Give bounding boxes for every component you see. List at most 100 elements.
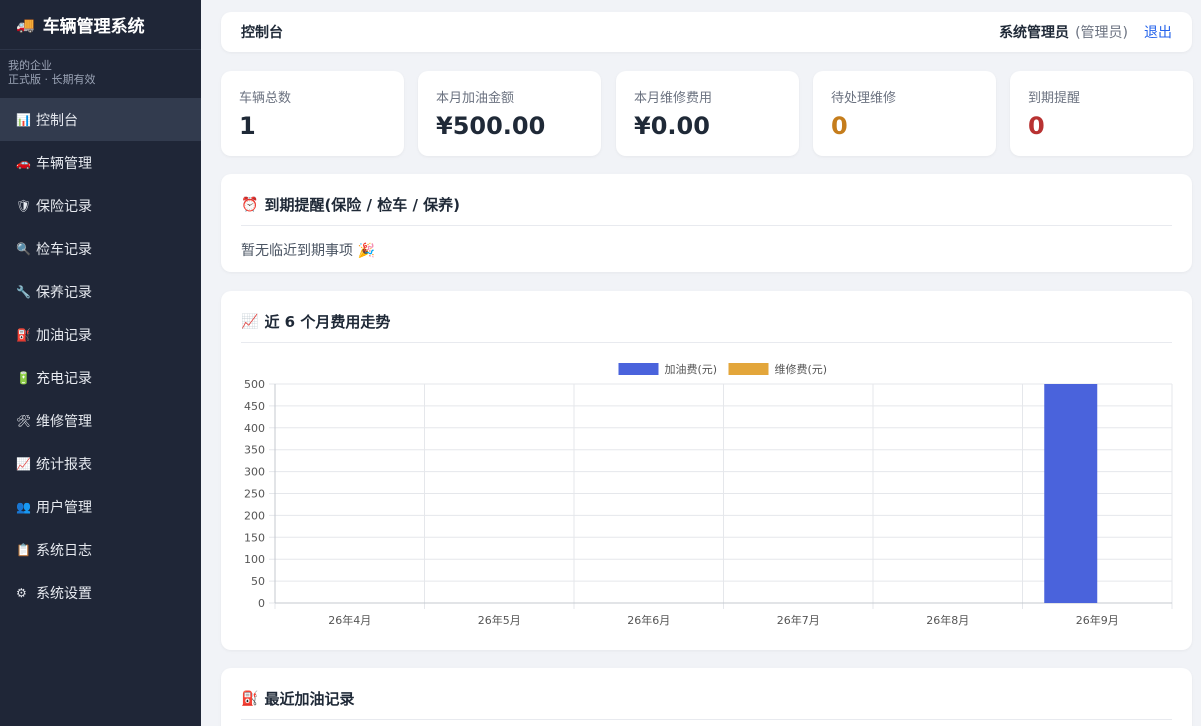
car-icon: 🚗 bbox=[16, 155, 31, 170]
org-info: 我的企业 正式版 · 长期有效 bbox=[0, 50, 201, 98]
stat-label: 待处理维修 bbox=[831, 91, 897, 106]
stat-value: ¥500.00 bbox=[436, 112, 546, 140]
bar-chart-icon: 📊 bbox=[16, 112, 31, 127]
sidebar-item-label: 维修管理 bbox=[36, 413, 92, 430]
sidebar-item-label: 用户管理 bbox=[36, 499, 92, 516]
section-title: 近 6 个月费用走势 bbox=[264, 313, 391, 331]
org-name: 我的企业 bbox=[8, 59, 52, 72]
legend-label: 加油费(元) bbox=[665, 362, 718, 376]
users-icon: 👥 bbox=[16, 499, 31, 514]
x-tick-label: 26年5月 bbox=[478, 613, 521, 627]
cost-trend-chart: 加油费(元) 维修费(元) 0 50 100 150 200 250 300 350 400 450 5… bbox=[244, 362, 1173, 627]
y-tick-label: 150 bbox=[244, 531, 265, 544]
sidebar-item-maintenance[interactable]: 🔧 保养记录 bbox=[0, 270, 201, 313]
sidebar-item-label: 车辆管理 bbox=[36, 155, 92, 172]
y-tick-label: 250 bbox=[244, 488, 265, 501]
stat-value: 0 bbox=[831, 112, 848, 140]
shield-icon: 🛡 bbox=[16, 198, 32, 213]
stat-card-expiry-reminders: 到期提醒 0 bbox=[1010, 71, 1193, 156]
alarm-clock-icon: ⏰ bbox=[241, 196, 259, 213]
section-header: ⏰ 到期提醒(保险 / 检车 / 保养) bbox=[241, 194, 1172, 226]
bar bbox=[1044, 384, 1098, 603]
battery-icon: 🔋 bbox=[16, 370, 31, 385]
magnifier-icon: 🔍 bbox=[16, 241, 31, 256]
stat-value: ¥0.00 bbox=[634, 112, 710, 140]
fuel-pump-icon: ⛽ bbox=[241, 690, 259, 707]
stat-label: 到期提醒 bbox=[1028, 91, 1081, 106]
x-tick-label: 26年7月 bbox=[777, 613, 820, 627]
fuel-pump-icon: ⛽ bbox=[16, 327, 31, 342]
sidebar-item-insurance[interactable]: 🛡 保险记录 bbox=[0, 184, 201, 227]
expiry-reminder-panel: ⏰ 到期提醒(保险 / 检车 / 保养) 暂无临近到期事项 🎉 bbox=[221, 174, 1192, 272]
user-role: (管理员) bbox=[1075, 25, 1128, 41]
sidebar-item-label: 保养记录 bbox=[36, 284, 92, 301]
top-bar: 控制台 系统管理员 (管理员) 退出 bbox=[221, 12, 1192, 52]
sidebar-item-label: 统计报表 bbox=[36, 456, 92, 473]
sidebar-item-label: 系统设置 bbox=[36, 585, 92, 602]
y-tick-label: 400 bbox=[244, 422, 265, 435]
y-tick-label: 300 bbox=[244, 466, 265, 479]
legend-swatch bbox=[728, 363, 769, 375]
sidebar-item-repair[interactable]: 🛠 维修管理 bbox=[0, 399, 201, 442]
user-box: 系统管理员 (管理员) 退出 bbox=[999, 22, 1172, 42]
main-content: 控制台 系统管理员 (管理员) 退出 车辆总数 1 本月加油金额 ¥500.00… bbox=[201, 0, 1201, 726]
edition-text: 正式版 · 长期有效 bbox=[8, 73, 96, 86]
sidebar-item-logs[interactable]: 📋 系统日志 bbox=[0, 528, 201, 571]
app-title: 车辆管理系统 bbox=[42, 17, 145, 37]
x-tick-label: 26年8月 bbox=[926, 613, 969, 627]
section-header: ⛽ 最近加油记录 bbox=[241, 688, 1172, 720]
truck-icon: 🚚 bbox=[16, 15, 35, 34]
gear-icon: ⚙ bbox=[16, 585, 27, 600]
stat-card-pending-repair: 待处理维修 0 bbox=[813, 71, 996, 156]
stat-card-fuel-amount: 本月加油金额 ¥500.00 bbox=[418, 71, 601, 156]
line-chart-icon: 📈 bbox=[241, 313, 259, 330]
sidebar-item-label: 系统日志 bbox=[36, 542, 92, 559]
brand: 🚚 车辆管理系统 bbox=[0, 0, 201, 50]
sidebar-item-label: 充电记录 bbox=[36, 370, 92, 387]
sidebar: 🚚 车辆管理系统 我的企业 正式版 · 长期有效 📊 控制台 🚗 车辆管理 🛡 … bbox=[0, 0, 201, 726]
sidebar-item-inspection[interactable]: 🔍 检车记录 bbox=[0, 227, 201, 270]
sidebar-item-users[interactable]: 👥 用户管理 bbox=[0, 485, 201, 528]
stat-card-repair-cost: 本月维修费用 ¥0.00 bbox=[616, 71, 799, 156]
clipboard-icon: 📋 bbox=[16, 542, 31, 557]
legend-label: 维修费(元) bbox=[775, 362, 828, 376]
wrench-icon: 🔧 bbox=[16, 284, 31, 299]
tools-icon: 🛠 bbox=[16, 413, 32, 428]
sidebar-item-charging[interactable]: 🔋 充电记录 bbox=[0, 356, 201, 399]
stat-card-vehicles: 车辆总数 1 bbox=[221, 71, 404, 156]
section-title: 到期提醒(保险 / 检车 / 保养) bbox=[264, 196, 460, 214]
sidebar-item-dashboard[interactable]: 📊 控制台 bbox=[0, 98, 201, 141]
y-tick-label: 200 bbox=[244, 509, 265, 522]
stat-label: 本月维修费用 bbox=[634, 91, 713, 106]
sidebar-item-vehicles[interactable]: 🚗 车辆管理 bbox=[0, 141, 201, 184]
section-title: 最近加油记录 bbox=[264, 690, 355, 708]
sidebar-item-reports[interactable]: 📈 统计报表 bbox=[0, 442, 201, 485]
line-chart-icon: 📈 bbox=[16, 456, 31, 471]
recent-refuel-panel: ⛽ 最近加油记录 bbox=[221, 668, 1192, 726]
y-tick-label: 450 bbox=[244, 400, 265, 413]
sidebar-item-label: 检车记录 bbox=[36, 241, 92, 258]
sidebar-item-settings[interactable]: ⚙ 系统设置 bbox=[0, 571, 201, 614]
y-tick-label: 0 bbox=[258, 597, 265, 610]
y-tick-label: 350 bbox=[244, 444, 265, 457]
x-tick-label: 26年9月 bbox=[1076, 613, 1119, 627]
sidebar-nav: 📊 控制台 🚗 车辆管理 🛡 保险记录 🔍 检车记录 🔧 保养记录 ⛽ 加油记录… bbox=[0, 98, 201, 614]
sidebar-item-label: 保险记录 bbox=[36, 198, 92, 215]
legend-swatch bbox=[618, 363, 659, 375]
empty-message: 暂无临近到期事项 🎉 bbox=[241, 243, 375, 259]
stat-label: 本月加油金额 bbox=[436, 91, 515, 106]
stat-value: 0 bbox=[1028, 112, 1045, 140]
sidebar-item-label: 控制台 bbox=[36, 112, 78, 129]
logout-link[interactable]: 退出 bbox=[1144, 22, 1172, 42]
sidebar-item-label: 加油记录 bbox=[36, 327, 92, 344]
y-tick-label: 50 bbox=[251, 575, 265, 588]
y-tick-label: 500 bbox=[244, 378, 265, 391]
y-tick-label: 100 bbox=[244, 553, 265, 566]
page-title: 控制台 bbox=[241, 25, 283, 41]
section-header: 📈 近 6 个月费用走势 bbox=[241, 311, 1172, 343]
sidebar-item-refuel[interactable]: ⛽ 加油记录 bbox=[0, 313, 201, 356]
x-tick-label: 26年4月 bbox=[328, 613, 371, 627]
x-tick-label: 26年6月 bbox=[627, 613, 670, 627]
stat-label: 车辆总数 bbox=[239, 91, 292, 106]
user-name: 系统管理员 bbox=[999, 25, 1070, 41]
